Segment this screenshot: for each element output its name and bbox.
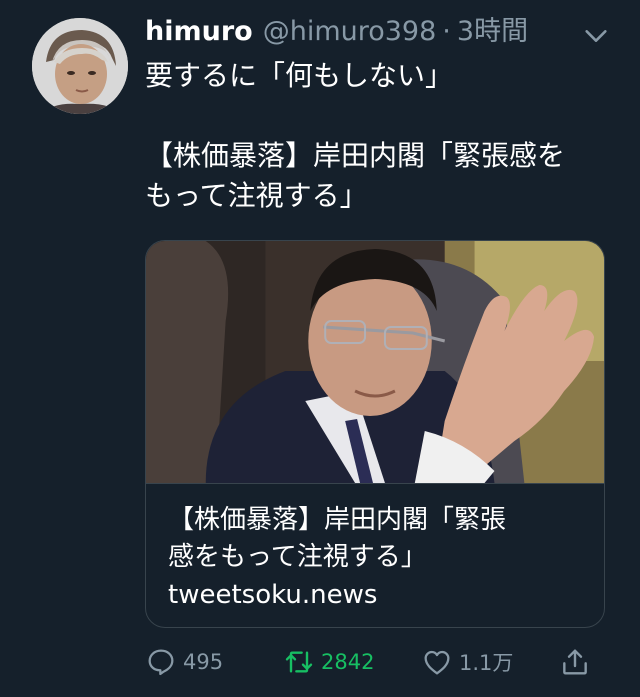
heart-icon bbox=[424, 650, 450, 675]
card-title: 【株価暴落】岸田内閣「緊張 感をもって注視する」 bbox=[168, 502, 582, 576]
action-bar: 495 2842 1.1万 bbox=[145, 646, 615, 686]
card-photo bbox=[146, 241, 604, 483]
user-handle[interactable]: @himuro398 bbox=[263, 12, 437, 52]
card-body: 【株価暴落】岸田内閣「緊張 感をもって注視する」 tweetsoku.news bbox=[146, 483, 604, 614]
tweet-header: himuro @himuro398 · 3時間 bbox=[145, 12, 615, 52]
tweet-text: 要するに「何もしない」 【株価暴落】岸田内閣「緊張感を もって注視する」 bbox=[145, 56, 615, 216]
share-button[interactable] bbox=[559, 646, 597, 678]
like-count: 1.1万 bbox=[459, 651, 514, 675]
tweet[interactable]: himuro @himuro398 · 3時間 要するに「何もしない」 【株価暴… bbox=[0, 0, 640, 697]
chevron-down-icon[interactable] bbox=[582, 22, 610, 50]
share-icon bbox=[563, 649, 587, 675]
tweet-text-line: 【株価暴落】岸田内閣「緊張感を bbox=[145, 139, 566, 172]
avatar[interactable] bbox=[32, 18, 128, 114]
card-title-line: 【株価暴落】岸田内閣「緊張 bbox=[168, 505, 507, 535]
retweet-count: 2842 bbox=[321, 650, 375, 674]
link-card[interactable]: 【株価暴落】岸田内閣「緊張 感をもって注視する」 tweetsoku.news bbox=[145, 240, 605, 628]
avatar-image bbox=[32, 18, 128, 114]
reply-count: 495 bbox=[183, 650, 224, 674]
reply-button[interactable]: 495 bbox=[145, 646, 223, 678]
tweet-text-line: もって注視する」 bbox=[145, 179, 368, 212]
reply-icon bbox=[148, 649, 174, 676]
like-button[interactable]: 1.1万 bbox=[421, 646, 513, 678]
card-domain: tweetsoku.news bbox=[168, 580, 378, 610]
retweet-icon bbox=[285, 651, 313, 673]
card-title-line: 感をもって注視する」 bbox=[168, 542, 427, 572]
tweet-text-line: 要するに「何もしない」 bbox=[145, 59, 454, 92]
tweet-content: himuro @himuro398 · 3時間 要するに「何もしない」 【株価暴… bbox=[145, 12, 615, 216]
retweet-button[interactable]: 2842 bbox=[283, 646, 374, 678]
timestamp[interactable]: 3時間 bbox=[457, 12, 528, 52]
separator-dot: · bbox=[442, 16, 451, 47]
display-name[interactable]: himuro bbox=[145, 12, 253, 52]
card-image bbox=[146, 241, 604, 483]
